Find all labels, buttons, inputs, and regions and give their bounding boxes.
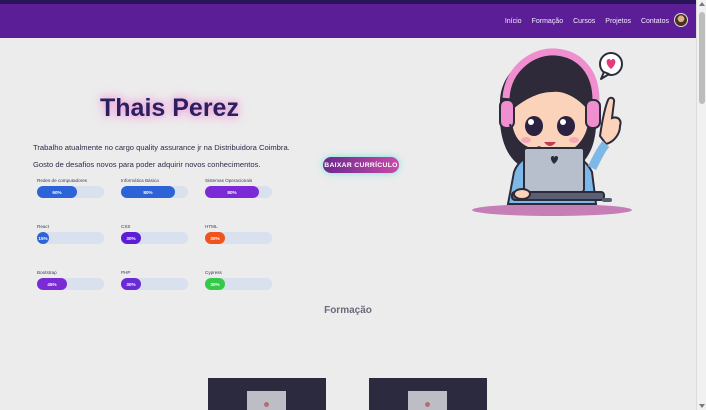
progress-fill: 30% bbox=[205, 278, 225, 290]
progress-fill: 45% bbox=[37, 278, 67, 290]
card-image bbox=[408, 391, 447, 410]
page-title: Thais Perez bbox=[100, 94, 239, 122]
heart-speech-bubble-icon bbox=[599, 52, 623, 80]
nav-link-cursos[interactable]: Cursos bbox=[573, 18, 595, 25]
skill-label: Sistemas Operacionais bbox=[205, 178, 253, 183]
progress-track: 30% bbox=[205, 232, 272, 244]
skill-cypress: Cypress 30% bbox=[205, 270, 272, 290]
skill-bootstrap: Bootstrap 45% bbox=[37, 270, 104, 290]
progress-track: 30% bbox=[205, 278, 272, 290]
skill-label: Informática Básica bbox=[121, 178, 159, 183]
skill-react: React 15% bbox=[37, 224, 104, 244]
download-cv-button[interactable]: BAIXAR CURRÍCULO bbox=[323, 157, 399, 173]
skill-css: CSS 30% bbox=[121, 224, 188, 244]
skill-redes: Redes de computadores 60% bbox=[37, 178, 104, 198]
skill-html: HTML 30% bbox=[205, 224, 272, 244]
skill-label: React bbox=[37, 224, 50, 229]
scroll-thumb[interactable] bbox=[699, 12, 705, 104]
progress-track: 60% bbox=[37, 186, 104, 198]
progress-fill: 15% bbox=[37, 232, 49, 244]
progress-track: 30% bbox=[121, 278, 188, 290]
formacao-card[interactable] bbox=[208, 378, 326, 410]
navbar: Início Formação Cursos Projetos Contatos bbox=[0, 4, 696, 38]
progress-fill: 80% bbox=[205, 186, 259, 198]
skill-informatica: Informática Básica 80% bbox=[121, 178, 188, 198]
formacao-card[interactable] bbox=[369, 378, 487, 410]
progress-track: 80% bbox=[121, 186, 188, 198]
progress-fill: 80% bbox=[121, 186, 175, 198]
skill-label: CSS bbox=[121, 224, 131, 229]
avatar[interactable] bbox=[674, 13, 688, 27]
nav-links: Início Formação Cursos Projetos Contatos bbox=[505, 4, 669, 38]
skill-label: Bootstrap bbox=[37, 270, 57, 275]
nav-link-projetos[interactable]: Projetos bbox=[605, 18, 631, 25]
skill-label: PHP bbox=[121, 270, 131, 275]
progress-fill: 30% bbox=[205, 232, 225, 244]
skill-label: HTML bbox=[205, 224, 218, 229]
bio-line-2: Gosto de desafios novos para poder adqui… bbox=[33, 160, 261, 169]
skill-sistemas: Sistemas Operacionais 80% bbox=[205, 178, 272, 198]
nav-link-formacao[interactable]: Formação bbox=[532, 18, 564, 25]
nav-link-contatos[interactable]: Contatos bbox=[641, 18, 669, 25]
bio-text: Trabalho atualmente no cargo quality ass… bbox=[33, 139, 293, 173]
bio-line-1: Trabalho atualmente no cargo quality ass… bbox=[33, 143, 290, 152]
card-logo-icon bbox=[264, 402, 269, 407]
page-scrollbar[interactable] bbox=[696, 0, 706, 410]
scroll-up-arrow-icon[interactable] bbox=[699, 2, 705, 6]
skill-label: Redes de computadores bbox=[37, 178, 88, 183]
scroll-down-arrow-icon[interactable] bbox=[699, 404, 705, 408]
card-logo-icon bbox=[425, 402, 430, 407]
card-image bbox=[247, 391, 286, 410]
section-title-formacao: Formação bbox=[324, 305, 372, 316]
skill-php: PHP 30% bbox=[121, 270, 188, 290]
girl-with-headset-laptop-icon bbox=[472, 48, 632, 216]
progress-fill: 30% bbox=[121, 232, 141, 244]
progress-track: 45% bbox=[37, 278, 104, 290]
progress-track: 15% bbox=[37, 232, 104, 244]
nav-link-inicio[interactable]: Início bbox=[505, 18, 522, 25]
skill-label: Cypress bbox=[205, 270, 222, 275]
progress-fill: 60% bbox=[37, 186, 77, 198]
progress-track: 80% bbox=[205, 186, 272, 198]
progress-fill: 30% bbox=[121, 278, 141, 290]
progress-track: 30% bbox=[121, 232, 188, 244]
